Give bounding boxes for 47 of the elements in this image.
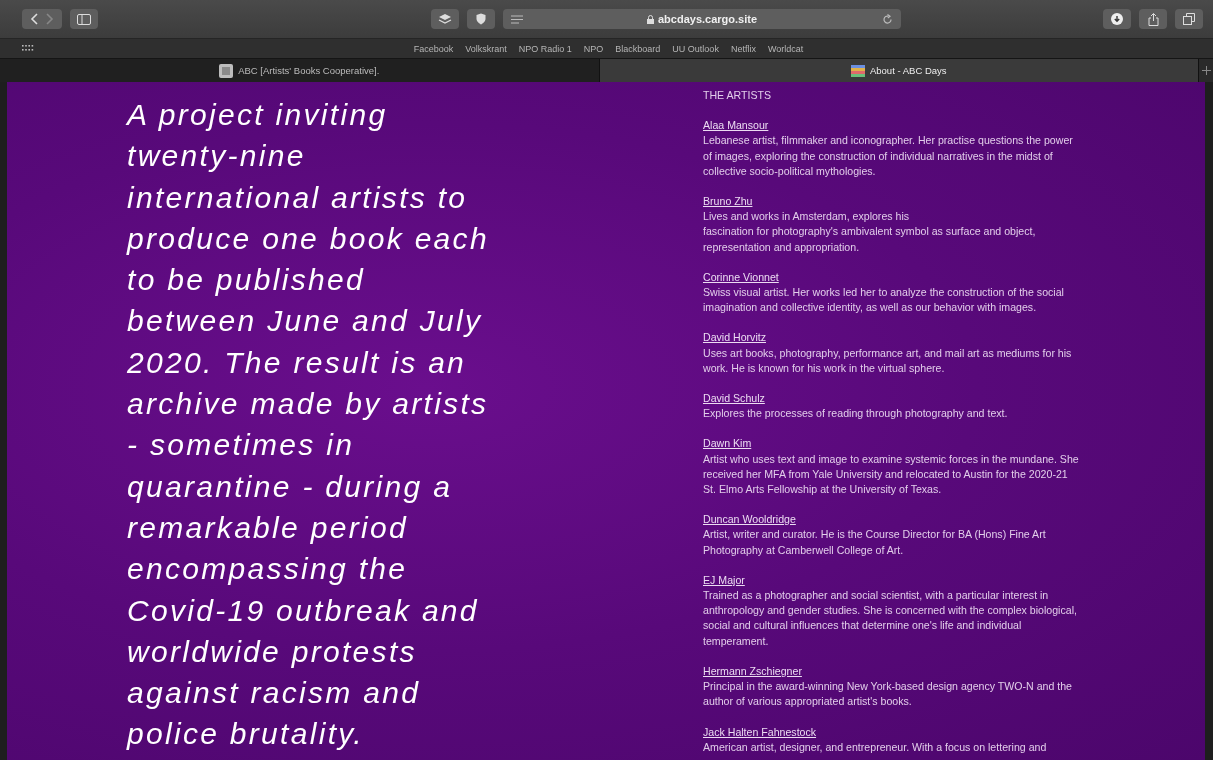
- share-icon[interactable]: [1139, 9, 1167, 29]
- artist-bio: Explores the processes of reading through photography and text.: [703, 406, 1009, 422]
- back-forward-buttons[interactable]: [22, 9, 62, 29]
- address-bar[interactable]: abcdays.cargo.site: [502, 9, 901, 29]
- artist-bio: American artist, designer, and entrepreneur. With a focus on lettering and: [703, 739, 1048, 755]
- lock-icon: [646, 14, 654, 24]
- artist-bio: Swiss visual artist. Her works led her to analyze the construction of the social imagination and collective identity, as well as our behavior with images.: [703, 285, 1065, 316]
- artist-link[interactable]: Hermann Zschiegner: [703, 663, 802, 680]
- url-text: abcdays.cargo.site: [522, 13, 882, 25]
- artist-bio: Uses art books, photography, performance art, and mail art as mediums for his work. He is known for his work in the virtual sphere.: [703, 345, 1073, 376]
- artist-link[interactable]: Corinne Vionnet: [703, 269, 779, 286]
- download-icon[interactable]: [1103, 9, 1131, 29]
- shield-icon[interactable]: [466, 9, 495, 29]
- bookmark-link[interactable]: UU Outlook: [672, 43, 719, 54]
- favicon: [219, 63, 234, 78]
- sidebar-icon[interactable]: [70, 9, 98, 29]
- artist-link[interactable]: Bruno Zhu: [703, 194, 753, 210]
- bookmark-link[interactable]: NPO Radio 1: [518, 43, 572, 54]
- artist-bio: Artist, writer and curator. He is the Course Director for BA (Hons) Fine Art Photography at Camberwell College of Art.: [703, 527, 1047, 558]
- favicon: [850, 64, 865, 77]
- artist-link[interactable]: Alaa Mansour: [703, 118, 769, 134]
- browser-tab[interactable]: About - ABC Days: [599, 59, 1199, 82]
- new-tab-icon[interactable]: [1199, 59, 1213, 82]
- artist-link[interactable]: EJ Major: [703, 572, 745, 589]
- bookmark-link[interactable]: Blackboard: [615, 43, 661, 54]
- artist-link[interactable]: David Schulz: [703, 391, 765, 407]
- intro-paragraph: A project inviting twenty-nine international artists to produce one book each to be published between June and July 2020. The result is an archive made by artists - sometimes in quarantine - during a remarkable period encompassing the Covid-19 outbreak and worldwide protests against racism and police brutality.: [127, 97, 490, 753]
- bookmark-link[interactable]: Worldcat: [767, 43, 804, 54]
- artist-bio: Artist who uses text and image to examine systemic forces in the mundane. She received her MFA from Yale University and relocated to Austin for the 2020-21 St. Elmo Arts Fellowship at the University of Texas.: [703, 451, 1079, 498]
- apps-grid-icon[interactable]: [22, 45, 34, 52]
- bookmark-link[interactable]: Netflix: [730, 43, 756, 54]
- layers-icon[interactable]: [430, 9, 459, 29]
- artist-link[interactable]: Jack Halten Fahnestock: [703, 724, 817, 740]
- artist-link[interactable]: Duncan Wooldridge: [703, 512, 796, 528]
- artist-bio: Principal in the award-winning New York-based design agency TWO-N and the author of various appropriated artist's books.: [703, 679, 1074, 710]
- artist-bio: Lives and works in Amsterdam, explores his fascination for photography's ambivalent symbol as surface and object, representation and appropriation.: [703, 209, 1037, 255]
- artist-bio: Trained as a photographer and social scientist, with a particular interest in anthropology and gender studies. She is concerned with the complex biological, social and cultural influences that determine one's life and individual temperament.: [703, 588, 1078, 649]
- bookmark-link[interactable]: Facebook: [413, 43, 454, 54]
- reader-icon[interactable]: [510, 14, 523, 24]
- artist-link[interactable]: David Horvitz: [703, 330, 766, 346]
- artist-bio: Lebanese artist, filmmaker and iconographer. Her practise questions the power of images, exploring the construction of individual narratives in the midst of collective socio-political mythologies.: [703, 133, 1074, 179]
- tabs-overview-icon[interactable]: [1175, 9, 1203, 29]
- artist-link[interactable]: Dawn Kim: [703, 436, 752, 452]
- reload-icon[interactable]: [881, 13, 893, 25]
- section-heading: THE ARTISTS: [703, 88, 773, 103]
- bookmark-link[interactable]: Volkskrant: [465, 43, 507, 54]
- bookmark-link[interactable]: NPO: [583, 43, 604, 54]
